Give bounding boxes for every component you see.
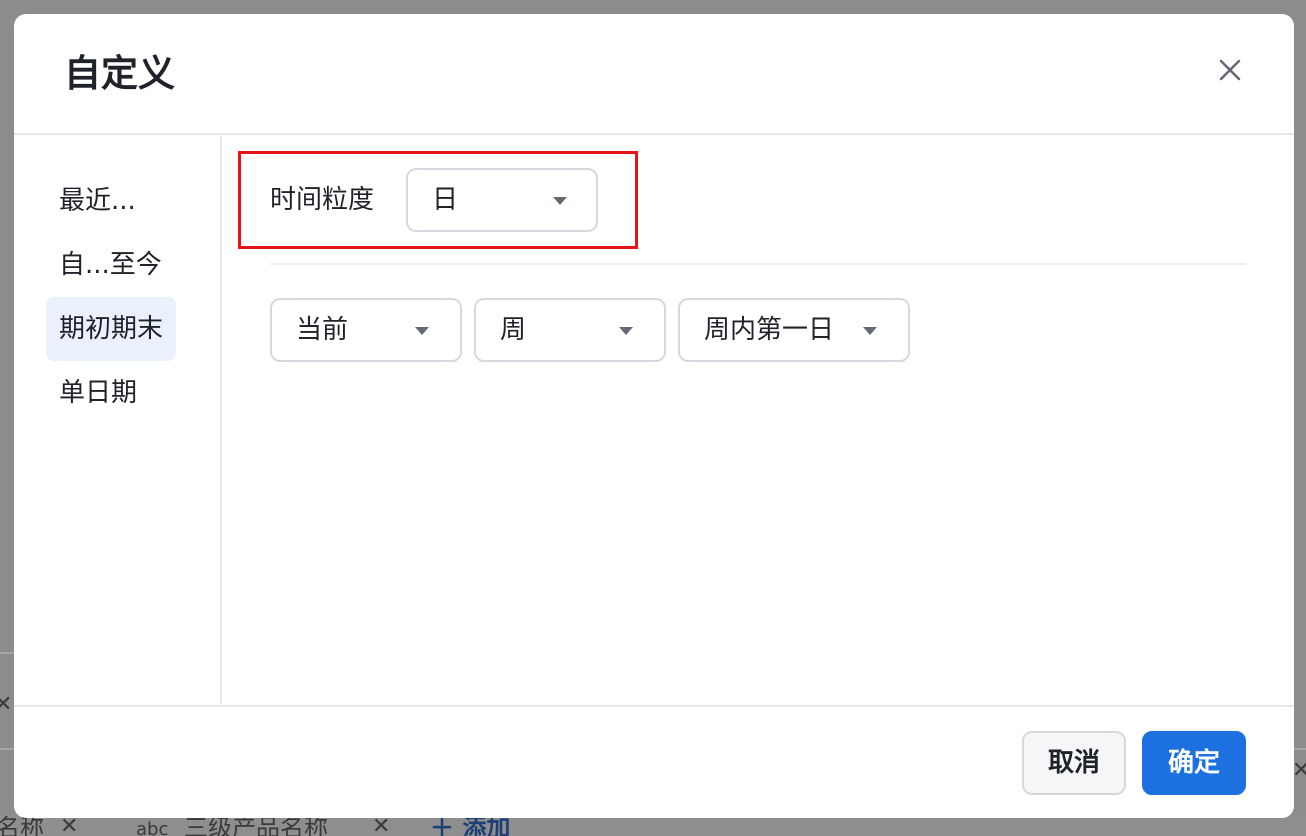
sidebar-item-period-start-end[interactable]: 期初期末: [46, 297, 177, 361]
granularity-label: 时间粒度: [270, 185, 375, 215]
bg-remove-icon: ✕: [372, 814, 391, 836]
dialog-content: 时间粒度 日 当前 周 周内第一日: [222, 135, 1294, 705]
day-position-value: 周内第一日: [704, 315, 835, 345]
sidebar-item-since[interactable]: 自...至今: [46, 233, 175, 297]
bg-type-prefix: abc: [136, 819, 169, 836]
sidebar-item-label: 期初期末: [59, 314, 164, 344]
day-position-select[interactable]: 周内第一日: [678, 298, 910, 362]
granularity-select[interactable]: 日: [406, 168, 598, 232]
dialog-header: 自定义: [14, 14, 1294, 135]
unit-select[interactable]: 周: [474, 298, 666, 362]
caret-down-icon: [553, 197, 567, 205]
period-value: 当前: [296, 315, 349, 345]
caret-down-icon: [863, 327, 877, 335]
bg-remove-icon: ✕: [1292, 758, 1306, 783]
section-divider: [270, 263, 1246, 265]
bg-divider: [0, 652, 14, 654]
period-select[interactable]: 当前: [270, 298, 462, 362]
caret-down-icon: [619, 327, 633, 335]
granularity-value: 日: [432, 185, 459, 215]
sidebar-item-recent[interactable]: 最近...: [46, 169, 149, 233]
close-icon: [1219, 59, 1241, 81]
custom-dialog: 自定义 最近... 自...至今 期初期末 单日期 时间粒度 日 当前 周 周内…: [14, 14, 1294, 818]
dialog-footer: 取消 确定: [14, 705, 1294, 818]
bg-remove-icon: ✕: [60, 814, 79, 836]
bg-field-name-fragment: 名称: [0, 814, 44, 836]
bg-divider: [0, 748, 14, 750]
sidebar-item-label: 最近...: [59, 186, 136, 216]
mode-sidebar: 最近... 自...至今 期初期末 单日期: [14, 135, 222, 705]
bg-add-button: ＋ 添加: [430, 816, 510, 836]
caret-down-icon: [415, 327, 429, 335]
close-button[interactable]: [1214, 54, 1246, 86]
cancel-button[interactable]: 取消: [1022, 731, 1126, 795]
sidebar-item-single-date[interactable]: 单日期: [46, 361, 150, 425]
unit-value: 周: [500, 315, 527, 345]
bg-field-name: 三级产品名称: [184, 814, 328, 836]
bg-remove-icon: ✕: [0, 692, 13, 717]
confirm-button[interactable]: 确定: [1142, 731, 1246, 795]
sidebar-item-label: 自...至今: [59, 250, 162, 280]
sidebar-item-label: 单日期: [59, 378, 138, 408]
bg-divider: [1294, 748, 1306, 750]
dialog-title: 自定义: [64, 52, 175, 95]
